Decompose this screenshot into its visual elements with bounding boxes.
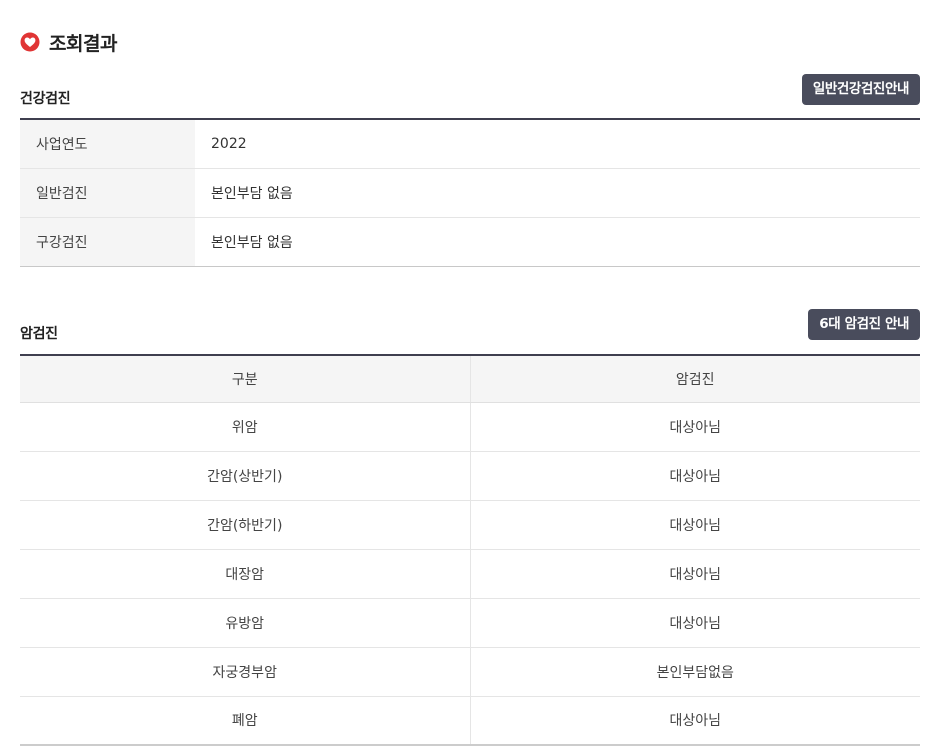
page-title: 조회결과: [49, 32, 117, 55]
table-row: 위암 대상아님: [20, 402, 920, 452]
row-value: 2022: [195, 119, 920, 169]
row-value: 본인부담 없음: [195, 168, 920, 218]
table-header-row: 구분 암검진: [20, 355, 920, 403]
table-row: 대장암 대상아님: [20, 549, 920, 599]
table-row: 일반검진 본인부담 없음: [20, 168, 920, 218]
cancer-type-cell: 자궁경부암: [20, 647, 471, 697]
health-checkup-title: 건강검진: [20, 91, 71, 107]
row-label: 사업연도: [20, 119, 195, 169]
cancer-checkup-header: 암검진 6대 암검진 안내: [20, 309, 920, 342]
health-checkup-header: 건강검진 일반건강검진안내: [20, 74, 920, 107]
row-label: 구강검진: [20, 217, 195, 266]
row-label: 일반검진: [20, 168, 195, 218]
cancer-type-cell: 간암(하반기): [20, 500, 471, 550]
table-row: 사업연도 2022: [20, 119, 920, 169]
table-row: 자궁경부암 본인부담없음: [20, 647, 920, 697]
page-header: 조회결과: [20, 28, 117, 56]
cancer-status-cell: 대상아님: [470, 549, 920, 599]
heart-icon: [20, 32, 40, 52]
cancer-type-cell: 간암(상반기): [20, 451, 471, 501]
cancer-status-cell: 대상아님: [470, 451, 920, 501]
table-row: 폐암 대상아님: [20, 696, 920, 745]
general-checkup-guide-button[interactable]: 일반건강검진안내: [801, 74, 920, 105]
cancer-checkup-table: 구분 암검진 위암 대상아님 간암(상반기) 대상아님 간암(하반기) 대상아님…: [20, 354, 920, 746]
cancer-status-cell: 대상아님: [669, 713, 722, 730]
cancer-checkup-guide-button[interactable]: 6대 암검진 안내: [808, 309, 920, 340]
cancer-checkup-title: 암검진: [20, 326, 58, 342]
table-row: 유방암 대상아님: [20, 598, 920, 648]
table-row: 구강검진 본인부담 없음: [20, 217, 920, 266]
column-header-status: 암검진: [470, 355, 920, 403]
cancer-status-cell: 대상아님: [470, 500, 920, 550]
cancer-status-cell: 대상아님: [470, 402, 920, 452]
cancer-type-cell: 대장암: [20, 549, 471, 599]
column-header-type: 구분: [20, 355, 471, 403]
cancer-status-cell: 본인부담없음: [470, 647, 920, 697]
health-checkup-table: 사업연도 2022 일반검진 본인부담 없음 구강검진 본인부담 없음: [20, 118, 920, 267]
cancer-type-cell: 위암: [20, 402, 471, 452]
cancer-status-cell: 대상아님: [470, 598, 920, 648]
table-row: 간암(상반기) 대상아님: [20, 451, 920, 501]
cancer-type-cell: 유방암: [20, 598, 471, 648]
cancer-type-cell: 폐암: [20, 696, 471, 745]
table-row: 간암(하반기) 대상아님: [20, 500, 920, 550]
row-value: 본인부담 없음: [211, 234, 293, 251]
